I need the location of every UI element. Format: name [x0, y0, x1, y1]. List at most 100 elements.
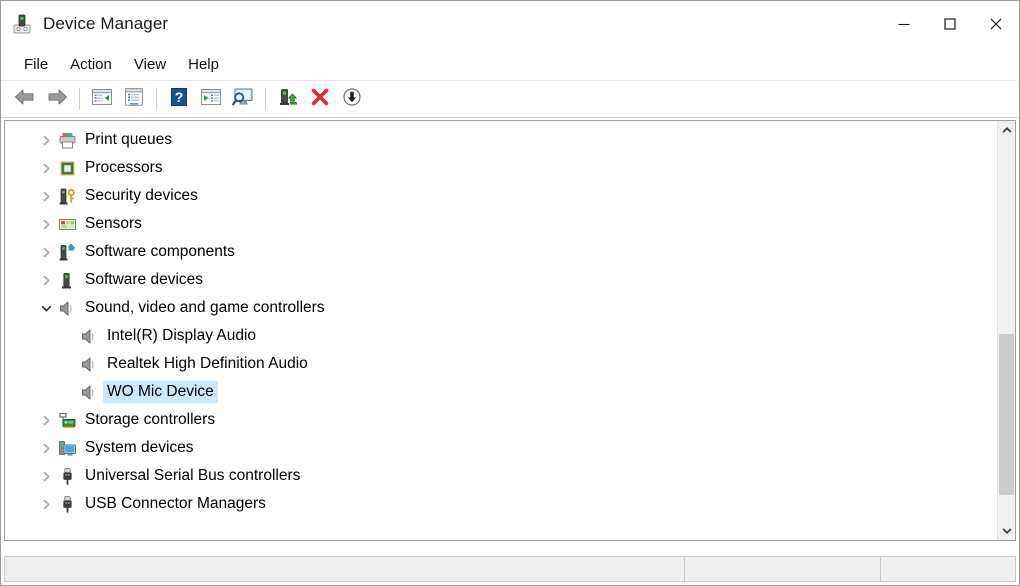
chevron-right-icon[interactable]: [35, 415, 57, 426]
tree-row-sound-video-and-game-controllers[interactable]: Sound, video and game controllers: [5, 294, 997, 322]
menu-item-action[interactable]: Action: [59, 53, 123, 76]
speaker-icon: [79, 382, 99, 402]
usb-plug-icon: [57, 494, 77, 514]
system-device-icon: [57, 438, 77, 458]
status-pane-3: [881, 557, 1015, 581]
tree-row-label: Security devices: [85, 187, 198, 204]
printer-icon: [57, 130, 77, 150]
forward-arrow-icon: [45, 87, 69, 112]
back-button[interactable]: [9, 84, 41, 114]
device-up-arrow-icon: [277, 87, 299, 112]
tree-row-software-devices[interactable]: Software devices: [5, 266, 997, 294]
play-window-icon: [200, 87, 222, 112]
separator-1: [79, 88, 80, 110]
title-bar: Device Manager: [1, 1, 1019, 48]
chevron-right-icon[interactable]: [35, 163, 57, 174]
update-driver-software-button[interactable]: [195, 84, 227, 114]
chevron-right-icon[interactable]: [35, 191, 57, 202]
usb-plug-icon: [57, 466, 77, 486]
speaker-icon: [79, 354, 99, 374]
scroll-down-button[interactable]: [998, 522, 1015, 540]
menu-bar: File Action View Help: [1, 48, 1019, 81]
chevron-down-icon[interactable]: [35, 303, 57, 314]
vertical-scrollbar[interactable]: [997, 121, 1015, 540]
tree-row-usb-connector-managers[interactable]: USB Connector Managers: [5, 490, 997, 518]
tree-row-wo-mic-device[interactable]: WO Mic Device: [5, 378, 997, 406]
back-arrow-icon: [13, 87, 37, 112]
tree-row-label: USB Connector Managers: [85, 495, 266, 512]
chevron-right-icon[interactable]: [35, 219, 57, 230]
device-manager-icon: [11, 13, 33, 35]
tree-row-label: Intel(R) Display Audio: [107, 327, 257, 344]
device-tree-panel: Print queues Processors Security devices…: [4, 120, 1016, 541]
storage-controller-icon: [57, 410, 77, 430]
tree-row-universal-serial-bus-controllers[interactable]: Universal Serial Bus controllers: [5, 462, 997, 490]
chevron-right-icon[interactable]: [35, 443, 57, 454]
tree-row-label: Universal Serial Bus controllers: [85, 467, 301, 484]
tree-row-label: Storage controllers: [85, 411, 216, 428]
speaker-icon: [79, 326, 99, 346]
separator-2: [156, 88, 157, 110]
chevron-right-icon[interactable]: [35, 471, 57, 482]
tree-row-label: Processors: [85, 159, 163, 176]
scrollbar-track[interactable]: [998, 139, 1015, 522]
menu-item-file[interactable]: File: [13, 53, 59, 76]
menu-item-view[interactable]: View: [123, 53, 177, 76]
security-key-icon: [57, 186, 77, 206]
chevron-right-icon[interactable]: [35, 247, 57, 258]
chevron-right-icon[interactable]: [35, 135, 57, 146]
tree-row-intel-r-display-audio[interactable]: Intel(R) Display Audio: [5, 322, 997, 350]
scrollbar-thumb[interactable]: [999, 334, 1014, 496]
help-question-icon: ?: [169, 87, 189, 112]
device-manager-window: Device Manager File Action View Help ? P…: [0, 0, 1020, 586]
tree-row-label: WO Mic Device: [103, 381, 218, 403]
software-component-icon: [57, 242, 77, 262]
properties-button[interactable]: [118, 84, 150, 114]
help-button[interactable]: ?: [163, 84, 195, 114]
tree-row-label: Print queues: [85, 131, 173, 148]
tree-row-system-devices[interactable]: System devices: [5, 434, 997, 462]
tree-row-storage-controllers[interactable]: Storage controllers: [5, 406, 997, 434]
toolbar: ?: [1, 81, 1019, 118]
tree-row-label: Software devices: [85, 271, 204, 288]
tree-row-label: Sensors: [85, 215, 142, 232]
forward-button[interactable]: [41, 84, 73, 114]
maximize-button[interactable]: [927, 1, 973, 47]
tree-row-label: Realtek High Definition Audio: [107, 355, 308, 372]
properties-icon: [123, 87, 145, 112]
status-pane-1: [5, 557, 685, 581]
minimize-button[interactable]: [881, 1, 927, 47]
svg-text:?: ?: [175, 89, 184, 105]
tree-row-processors[interactable]: Processors: [5, 154, 997, 182]
software-device-icon: [57, 270, 77, 290]
circle-down-arrow-icon: [341, 87, 363, 112]
tree-row-software-components[interactable]: Software components: [5, 238, 997, 266]
device-tree[interactable]: Print queues Processors Security devices…: [5, 121, 997, 540]
speaker-icon: [57, 298, 77, 318]
scroll-up-button[interactable]: [998, 121, 1015, 139]
chevron-right-icon[interactable]: [35, 275, 57, 286]
window-controls: [881, 1, 1019, 47]
update-device-driver-button[interactable]: [272, 84, 304, 114]
console-tree-icon: [91, 87, 113, 112]
red-x-icon: [309, 87, 331, 112]
tree-row-realtek-high-definition-audio[interactable]: Realtek High Definition Audio: [5, 350, 997, 378]
tree-row-sensors[interactable]: Sensors: [5, 210, 997, 238]
show-hide-console-tree-button[interactable]: [86, 84, 118, 114]
monitor-search-icon: [231, 87, 255, 112]
scan-for-hardware-changes-button[interactable]: [227, 84, 259, 114]
tree-row-print-queues[interactable]: Print queues: [5, 126, 997, 154]
tree-row-security-devices[interactable]: Security devices: [5, 182, 997, 210]
menu-item-help[interactable]: Help: [177, 53, 230, 76]
separator-3: [265, 88, 266, 110]
sensors-grid-icon: [57, 214, 77, 234]
close-button[interactable]: [973, 1, 1019, 47]
status-bar: [4, 556, 1016, 582]
status-pane-2: [685, 557, 881, 581]
chevron-right-icon[interactable]: [35, 499, 57, 510]
tree-row-label: Software components: [85, 243, 235, 260]
uninstall-device-button[interactable]: [304, 84, 336, 114]
tree-row-label: System devices: [85, 439, 194, 456]
window-title: Device Manager: [43, 14, 169, 33]
disable-device-button[interactable]: [336, 84, 368, 114]
